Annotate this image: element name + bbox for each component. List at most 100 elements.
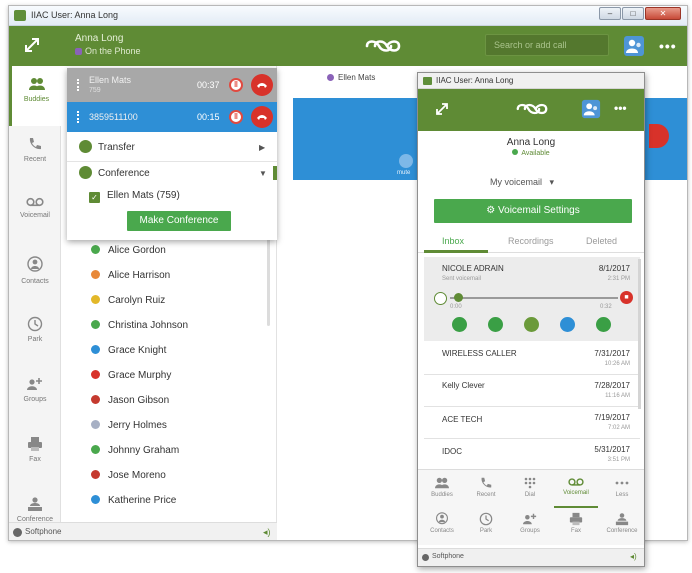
list-item[interactable]: Carolyn Ruiz <box>91 291 165 311</box>
voicemail-settings-button[interactable]: ⚙ Voicemail Settings <box>434 199 632 223</box>
voicemail-time: 2:31 PM <box>607 276 630 282</box>
hold-icon[interactable]: ‖ <box>229 110 243 124</box>
close-button[interactable]: ✕ <box>645 7 681 20</box>
sidebar-item-voicemail[interactable]: Voicemail <box>9 186 61 246</box>
sidebar-item-fax[interactable]: Fax <box>9 426 61 486</box>
nav-recent[interactable]: Recent <box>466 476 506 498</box>
available-status-icon <box>91 445 100 454</box>
available-status-icon <box>91 320 100 329</box>
voicemail-item-expanded[interactable]: NICOLE ADRAIN Sent voicemail 8/1/2017 2:… <box>424 257 640 341</box>
hangup-button[interactable] <box>251 106 273 128</box>
voicemail-item[interactable]: ACE TECH 7/19/2017 7:02 AM <box>424 407 640 439</box>
list-item[interactable]: Grace Murphy <box>91 366 171 386</box>
header-user-name: Anna Long <box>75 33 124 44</box>
dialpad-icon <box>524 477 536 489</box>
contact-name: Carolyn Ruiz <box>108 295 166 306</box>
playback-knob[interactable] <box>454 293 463 302</box>
voicemail-icon <box>568 478 584 486</box>
list-item[interactable]: Jason Gibson <box>91 391 169 411</box>
save-icon[interactable] <box>596 317 611 332</box>
sidebar-label-groups: Groups <box>23 396 47 403</box>
sidebar-item-contacts[interactable]: Contacts <box>9 246 61 306</box>
nav-groups[interactable]: Groups <box>510 512 550 534</box>
drag-handle-icon[interactable] <box>77 111 80 123</box>
hold-icon[interactable]: ‖ <box>229 78 243 92</box>
speaker-icon[interactable]: ◂) <box>630 552 637 561</box>
transfer-menu-item[interactable]: Transfer ▶ <box>67 136 277 160</box>
users-icon[interactable] <box>623 35 645 57</box>
nav-less[interactable]: Less <box>602 476 642 498</box>
voicemail-scrollbar[interactable] <box>638 259 641 409</box>
drag-handle-icon[interactable] <box>77 79 80 91</box>
reply-icon[interactable] <box>560 317 575 332</box>
playback-track[interactable] <box>450 297 618 299</box>
header-user-status-text: On the Phone <box>85 46 141 56</box>
list-item[interactable]: Jose Moreno <box>91 466 166 486</box>
nav-fax[interactable]: Fax <box>556 512 596 534</box>
maximize-button[interactable]: □ <box>622 7 644 20</box>
list-item[interactable]: Alice Harrison <box>91 266 170 286</box>
tab-recordings[interactable]: Recordings <box>508 236 554 246</box>
app-logo-icon <box>514 101 550 117</box>
voicemail-item[interactable]: IDOC 5/31/2017 3:51 PM <box>424 439 640 471</box>
speaker-icon[interactable]: ◂) <box>263 527 271 538</box>
voicemail-subtitle: Sent voicemail <box>442 276 482 282</box>
expand-icon[interactable] <box>434 101 450 117</box>
call-back-icon[interactable] <box>452 317 467 332</box>
nav-conference[interactable]: Conference <box>602 512 642 534</box>
app-icon <box>14 10 26 21</box>
sidebar-item-recent[interactable]: Recent <box>9 126 61 186</box>
info-status-icon <box>91 345 100 354</box>
play-button[interactable] <box>434 292 447 305</box>
popup-user-name: Anna Long <box>506 137 556 148</box>
tab-deleted[interactable]: Deleted <box>586 236 617 246</box>
make-conference-button[interactable]: Make Conference <box>127 211 231 231</box>
participant-checkbox[interactable]: ✓ <box>89 192 100 203</box>
voicemail-item[interactable]: Kelly Clever 7/28/2017 11:16 AM <box>424 375 640 407</box>
nav-dial[interactable]: Dial <box>510 476 550 498</box>
softphone-gear-icon[interactable] <box>13 528 22 537</box>
active-tab-indicator <box>424 250 488 253</box>
hangup-button[interactable] <box>251 74 273 96</box>
nav-voicemail[interactable]: Voicemail <box>556 476 596 496</box>
total-time: 0:32 <box>600 304 612 310</box>
active-call-time: 00:15 <box>197 112 220 122</box>
buddies-icon <box>28 78 45 90</box>
search-input[interactable]: Search or add call <box>485 34 609 56</box>
mailbox-select[interactable]: My voicemail ▾ <box>490 177 554 188</box>
minimize-button[interactable]: – <box>599 7 621 20</box>
list-item[interactable]: Katherine Price <box>91 491 176 511</box>
active-call-row[interactable]: 3859511100 00:15 ‖ <box>67 102 277 132</box>
expand-icon[interactable] <box>23 36 41 54</box>
popup-bottom-nav: Buddies Recent Dial Voicemail Less Conta… <box>418 469 644 545</box>
nav-label-recent: Recent <box>476 492 496 498</box>
softphone-gear-icon[interactable] <box>422 554 429 561</box>
mute-icon[interactable] <box>399 154 413 168</box>
nav-label-contacts: Contacts <box>430 528 454 534</box>
more-menu-button[interactable]: ••• <box>614 101 627 115</box>
mark-heard-icon[interactable] <box>524 317 539 332</box>
sidebar-item-buddies[interactable]: Buddies <box>9 66 61 126</box>
sidebar-item-groups[interactable]: Groups <box>9 366 61 426</box>
more-menu-button[interactable]: ••• <box>659 38 677 54</box>
list-item[interactable]: Alice Gordon <box>91 241 166 261</box>
list-item[interactable]: Johnny Graham <box>91 441 179 461</box>
list-item[interactable]: Jerry Holmes <box>91 416 167 436</box>
sidebar-item-park[interactable]: Park <box>9 306 61 366</box>
conversation-tab[interactable]: Ellen Mats <box>327 73 375 82</box>
transfer-icon <box>79 140 92 153</box>
users-icon[interactable] <box>581 99 601 119</box>
buddies-icon <box>435 477 449 489</box>
stop-button[interactable]: ■ <box>620 291 633 304</box>
forward-icon[interactable] <box>488 317 503 332</box>
list-item[interactable]: Grace Knight <box>91 341 166 361</box>
tab-inbox[interactable]: Inbox <box>442 236 464 246</box>
conference-menu-item[interactable]: Conference ▼ <box>67 162 277 186</box>
nav-park[interactable]: Park <box>466 512 506 534</box>
nav-contacts[interactable]: Contacts <box>422 512 462 534</box>
voicemail-item[interactable]: WIRELESS CALLER 7/31/2017 10:26 AM <box>424 343 640 375</box>
nav-buddies[interactable]: Buddies <box>422 476 462 498</box>
held-call-row[interactable]: Ellen Mats 759 00:37 ‖ <box>67 68 277 102</box>
list-item[interactable]: Christina Johnson <box>91 316 188 336</box>
sidebar: Buddies Recent Voicemail Contacts Park G… <box>9 66 61 523</box>
